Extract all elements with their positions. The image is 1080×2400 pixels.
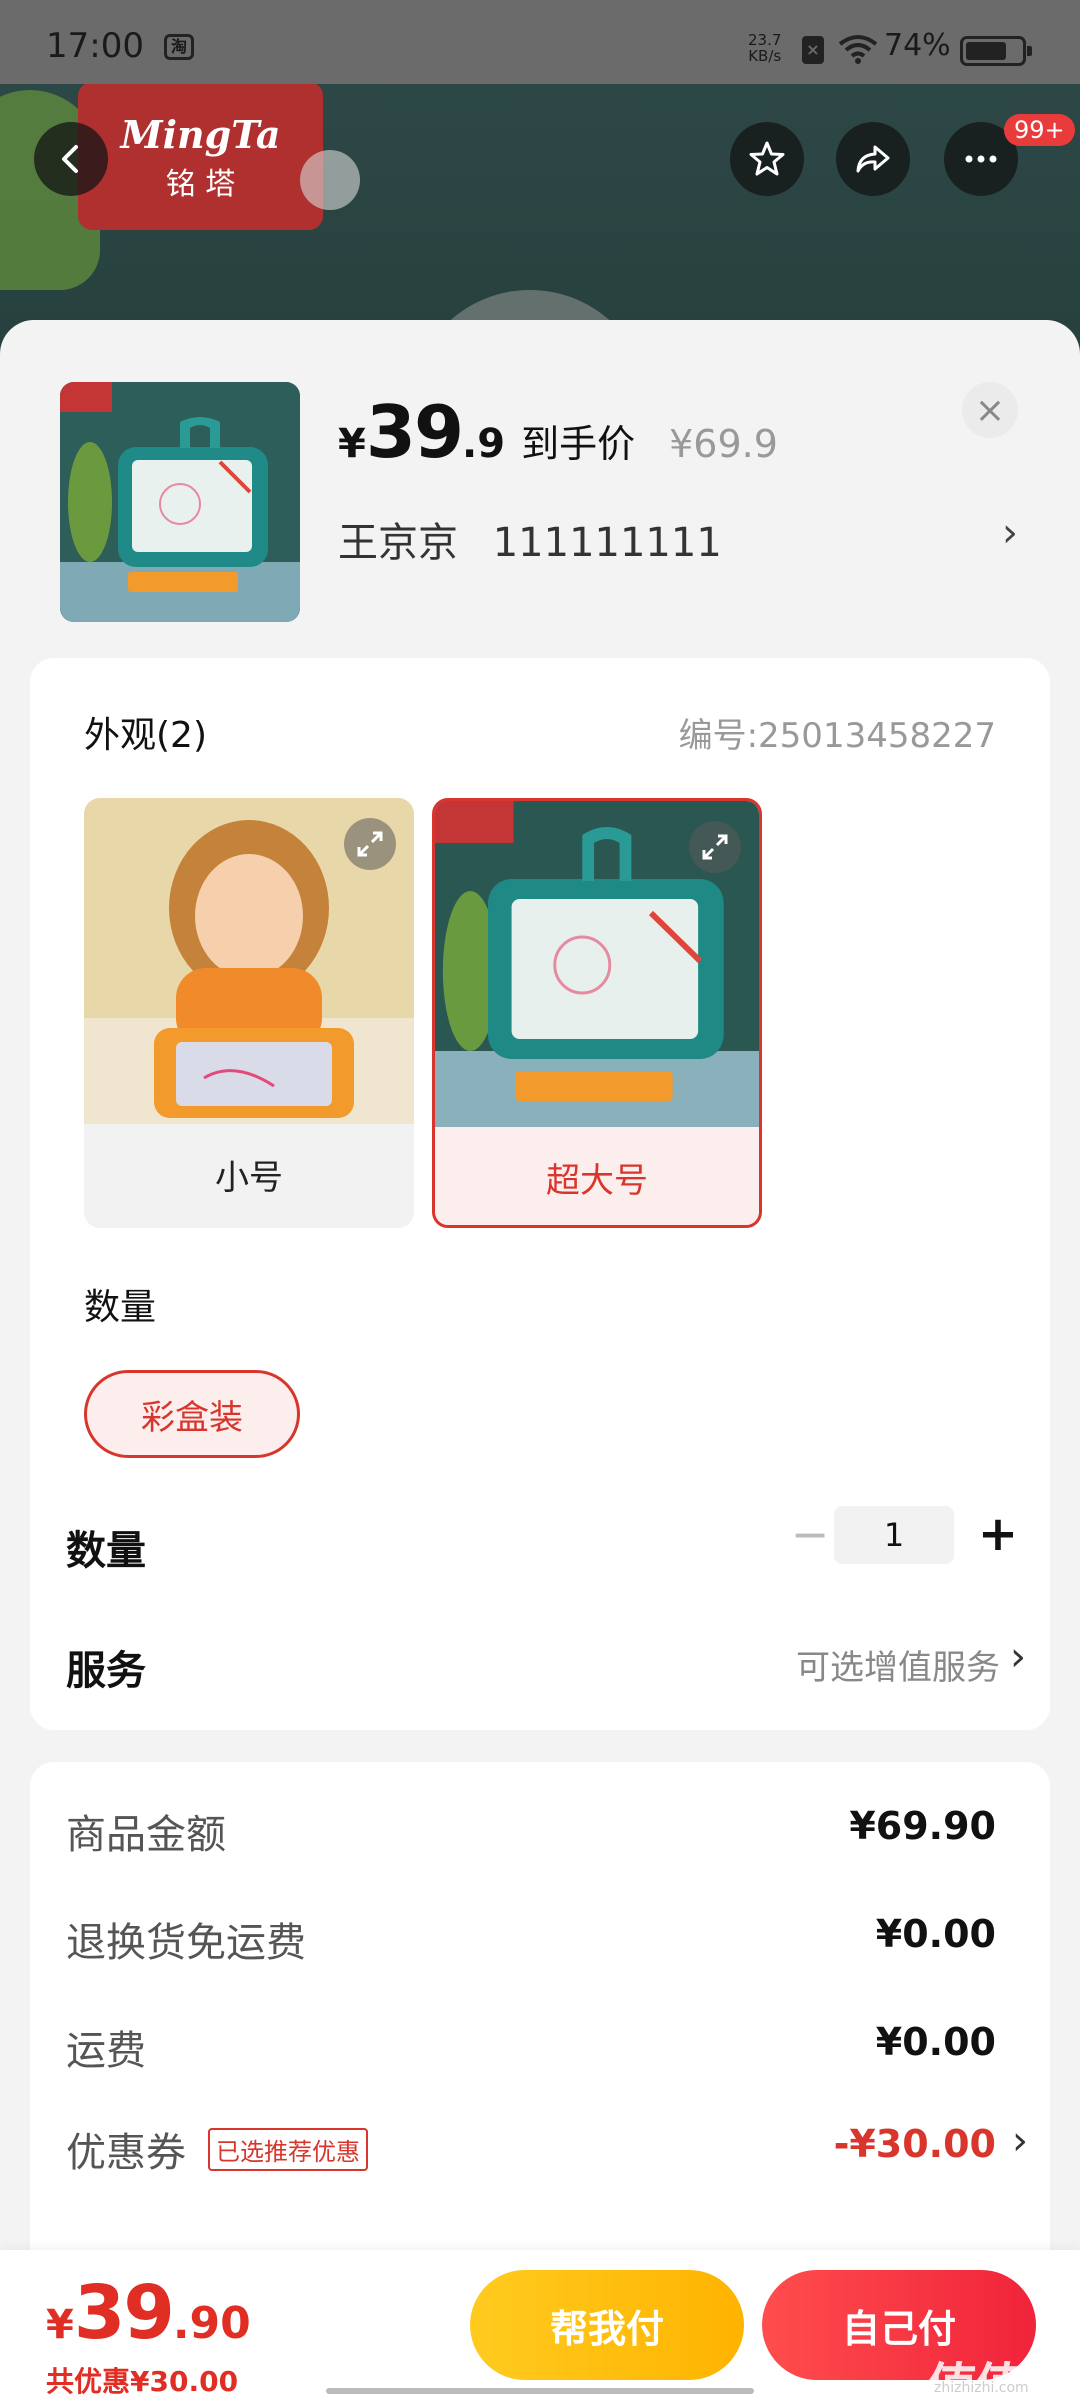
background-shape — [300, 150, 360, 210]
sku-selection-sheet: ¥ 39 .9 到手价 ¥69.9 × 王京京 111111111 › 外观(2… — [0, 320, 1080, 2400]
price-integer: 39 — [365, 390, 464, 474]
message-count-badge: 99+ — [1004, 114, 1075, 146]
service-label: 服务 — [66, 1648, 146, 1694]
recipient-phone: 111111111 — [492, 520, 722, 566]
packaging-title: 数量 — [84, 1287, 157, 1328]
goods-amount-value: ¥69.90 — [849, 1804, 996, 1848]
network-speed: 23.7 KB/s — [748, 31, 782, 65]
close-sheet-button[interactable]: × — [962, 382, 1018, 438]
option-small[interactable]: 小号 — [84, 798, 414, 1228]
sim-disabled-icon: × — [802, 36, 824, 64]
brand-logo: MingTa 铭 塔 — [78, 82, 323, 230]
bottom-action-bar: ¥ 39 .90 共优惠¥30.00 帮我付 自己付 — [0, 2250, 1080, 2400]
help-me-pay-button[interactable]: 帮我付 — [470, 2270, 744, 2380]
favorite-button[interactable] — [730, 122, 804, 196]
expand-icon[interactable] — [344, 818, 396, 870]
service-value[interactable]: 可选增值服务 — [796, 1640, 1000, 1689]
option-extra-large[interactable]: 超大号 — [432, 798, 762, 1228]
price-row: ¥ 39 .9 到手价 ¥69.9 — [338, 390, 778, 474]
shipping-label: 运费 — [66, 2028, 146, 2074]
shipping-value: ¥0.00 — [875, 2020, 996, 2064]
watermark-url: zhizhizhi.com — [934, 2380, 1029, 2396]
total-price-integer: 39 — [73, 2270, 175, 2356]
quantity-input[interactable]: 1 — [834, 1506, 954, 1564]
total-price-decimal: .90 — [172, 2298, 251, 2349]
goods-amount-label: 商品金额 — [66, 1812, 226, 1858]
goods-amount-row: 商品金额 ¥69.90 — [66, 1802, 1006, 1872]
chevron-right-icon: › — [1002, 510, 1018, 556]
chevron-right-icon[interactable]: › — [1012, 2118, 1028, 2164]
battery-icon — [960, 36, 1032, 66]
back-icon — [62, 145, 78, 173]
recipient-name: 王京京 — [338, 520, 458, 566]
status-bar: 17:00 淘 23.7 KB/s × 74% — [0, 0, 1080, 84]
packaging-option-button[interactable]: 彩盒装 — [84, 1370, 300, 1458]
total-price: ¥ 39 .90 — [46, 2270, 251, 2356]
sku-code: 编号:25013458227 — [678, 716, 996, 756]
battery-percent: 74% — [884, 28, 951, 63]
status-time: 17:00 — [46, 26, 144, 66]
price-currency: ¥ — [338, 421, 366, 467]
return-shipping-value: ¥0.00 — [875, 1912, 996, 1956]
quantity-increase-button[interactable]: + — [968, 1504, 1028, 1564]
option-small-label: 小号 — [215, 1157, 283, 1198]
star-icon — [749, 141, 785, 176]
original-price: ¥69.9 — [669, 422, 778, 466]
more-icon — [965, 155, 997, 163]
total-price-currency: ¥ — [46, 2302, 74, 2348]
total-saving: 共优惠¥30.00 — [46, 2365, 239, 2398]
price-decimal: .9 — [462, 421, 506, 467]
expand-icon[interactable] — [689, 821, 741, 873]
coupon-row[interactable]: 优惠券 已选推荐优惠 -¥30.00 › — [66, 2118, 1028, 2190]
appearance-title: 外观(2) — [84, 715, 207, 756]
coupon-value: -¥30.00 — [833, 2122, 996, 2166]
option-extra-large-label: 超大号 — [546, 1160, 648, 1201]
back-button[interactable] — [34, 122, 108, 196]
close-icon: × — [974, 389, 1006, 431]
return-shipping-row: 退换货免运费 ¥0.00 — [66, 1910, 1006, 1980]
return-shipping-label: 退换货免运费 — [66, 1920, 306, 1966]
shipping-row: 运费 ¥0.00 — [66, 2018, 1006, 2088]
wifi-icon — [838, 35, 878, 64]
home-indicator[interactable] — [326, 2388, 754, 2394]
taobao-notification-icon: 淘 — [164, 34, 194, 60]
chevron-right-icon[interactable]: › — [1010, 1634, 1026, 1680]
final-price-label: 到手价 — [521, 422, 636, 466]
drawing-board-image — [60, 382, 300, 622]
recipient-address-row[interactable]: 王京京 111111111 › — [338, 510, 1018, 568]
quantity-decrease-button[interactable]: − — [780, 1504, 840, 1564]
quantity-label: 数量 — [66, 1528, 146, 1574]
share-icon — [856, 145, 890, 173]
battery-level — [966, 42, 1006, 60]
product-thumbnail[interactable] — [60, 382, 300, 622]
coupon-label: 优惠券 — [66, 2130, 186, 2176]
sku-options-card: 外观(2) 编号:25013458227 小号 超大号 数量 彩盒装 数量 − … — [30, 658, 1050, 1730]
share-button[interactable] — [836, 122, 910, 196]
coupon-tag: 已选推荐优惠 — [208, 2128, 368, 2171]
